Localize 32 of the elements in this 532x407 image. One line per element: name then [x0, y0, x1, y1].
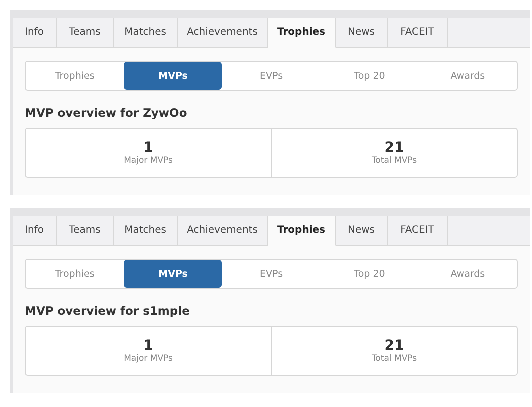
sub-tab[interactable]: Trophies: [26, 62, 124, 90]
tab[interactable]: Info: [13, 216, 57, 246]
sub-tab[interactable]: Top 20: [320, 62, 419, 90]
sub-tab[interactable]: Trophies: [26, 260, 124, 288]
stat-value: 21: [384, 140, 404, 156]
tab[interactable]: Info: [13, 18, 57, 48]
sub-tab[interactable]: MVPs: [124, 62, 222, 90]
tab[interactable]: Trophies: [268, 18, 336, 48]
sub-tab[interactable]: EVPs: [222, 62, 321, 90]
stat-value: 21: [384, 338, 404, 354]
stat-value: 1: [144, 338, 154, 354]
stat-label: Total MVPs: [372, 354, 418, 364]
stat-label: Total MVPs: [372, 156, 418, 166]
tab[interactable]: FACEIT: [388, 216, 448, 246]
tab[interactable]: Trophies: [268, 216, 336, 246]
stat-label: Major MVPs: [124, 156, 173, 166]
sub-tab[interactable]: Top 20: [320, 260, 419, 288]
section-heading: MVP overview for ZywOo: [25, 106, 188, 120]
tab[interactable]: Teams: [57, 216, 114, 246]
sub-tab[interactable]: Awards: [418, 260, 518, 288]
stat-label: Major MVPs: [124, 354, 173, 364]
tab[interactable]: Matches: [114, 18, 178, 48]
sub-tab[interactable]: MVPs: [124, 260, 222, 288]
tab[interactable]: Matches: [114, 216, 178, 246]
sub-tab[interactable]: Awards: [418, 62, 518, 90]
section-heading: MVP overview for s1mple: [25, 304, 191, 318]
tab[interactable]: FACEIT: [388, 18, 448, 48]
sub-tab[interactable]: EVPs: [222, 260, 321, 288]
tab[interactable]: News: [336, 216, 388, 246]
tab[interactable]: Teams: [57, 18, 114, 48]
tab[interactable]: News: [336, 18, 388, 48]
stat-value: 1: [144, 140, 154, 156]
